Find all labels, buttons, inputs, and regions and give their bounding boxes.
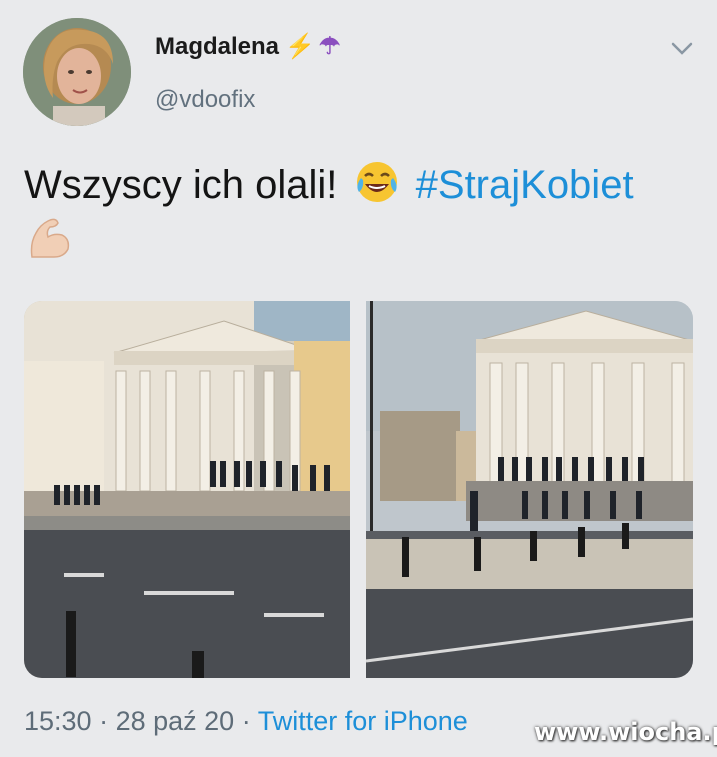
more-options-button[interactable] <box>665 32 699 66</box>
lightning-icon: ⚡ <box>285 33 315 60</box>
face-with-tears-of-joy-icon <box>355 160 399 214</box>
hashtag-link[interactable]: #StrajKobiet <box>416 163 634 207</box>
umbrella-icon: ☂ <box>318 33 341 60</box>
chevron-down-icon <box>671 42 693 55</box>
photo-left[interactable] <box>24 301 350 678</box>
tweet-date[interactable]: 28 paź 20 <box>116 706 235 736</box>
tweet-source-link[interactable]: Twitter for iPhone <box>258 706 468 736</box>
author-name[interactable]: Magdalena ⚡ ☂ <box>155 32 340 61</box>
photo-right[interactable] <box>366 301 693 678</box>
tweet-text: Wszyscy ich olali! #StrajKobiet <box>24 160 634 214</box>
tweet-time[interactable]: 15:30 <box>24 706 92 736</box>
tweet-media[interactable] <box>24 301 693 678</box>
watermark: www.wiocha.pl <box>534 718 717 746</box>
flexed-biceps-icon <box>26 213 74 266</box>
avatar[interactable] <box>23 18 131 126</box>
separator: · <box>91 706 116 736</box>
author-handle[interactable]: @vdoofix <box>155 86 255 114</box>
tweet-body: Wszyscy ich olali! <box>24 163 338 207</box>
display-name: Magdalena <box>155 33 280 60</box>
tweet-footer: 15:30 · 28 paź 20 · Twitter for iPhone <box>24 706 468 737</box>
separator: · <box>234 706 258 736</box>
